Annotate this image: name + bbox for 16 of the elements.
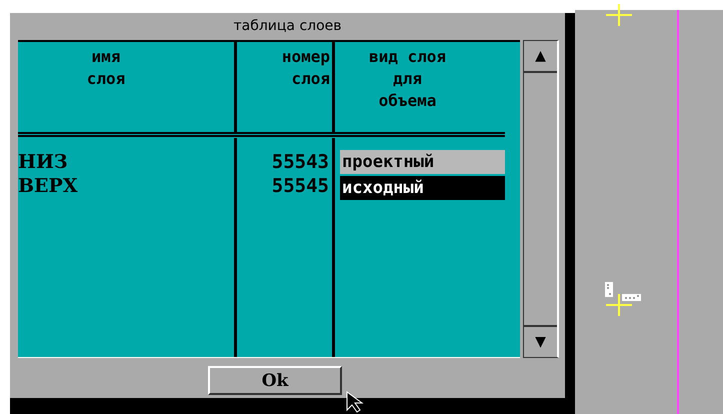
crosshair-icon	[606, 294, 632, 316]
window-title: таблица слоев	[232, 17, 343, 36]
crosshair-icon	[606, 4, 632, 26]
column-header: имя слоя	[18, 42, 237, 132]
marker-icon	[622, 294, 641, 301]
ok-button[interactable]: Ok	[208, 366, 342, 395]
layer-type-item[interactable]: проектный	[340, 150, 505, 174]
column-header: номер слоя	[237, 42, 335, 132]
layer-type-item[interactable]: исходный	[340, 176, 505, 200]
table-cell-text: НИЗ	[18, 150, 69, 174]
scrollbar[interactable]: ▲ ▼	[523, 40, 559, 358]
table-cell-text: 55545	[270, 174, 330, 198]
table-cell-text: 55543	[270, 150, 330, 174]
column-header: вид слоя для объема	[368, 46, 448, 112]
table-cell-text: ВЕРХ	[18, 174, 79, 198]
marker-icon	[605, 282, 613, 297]
